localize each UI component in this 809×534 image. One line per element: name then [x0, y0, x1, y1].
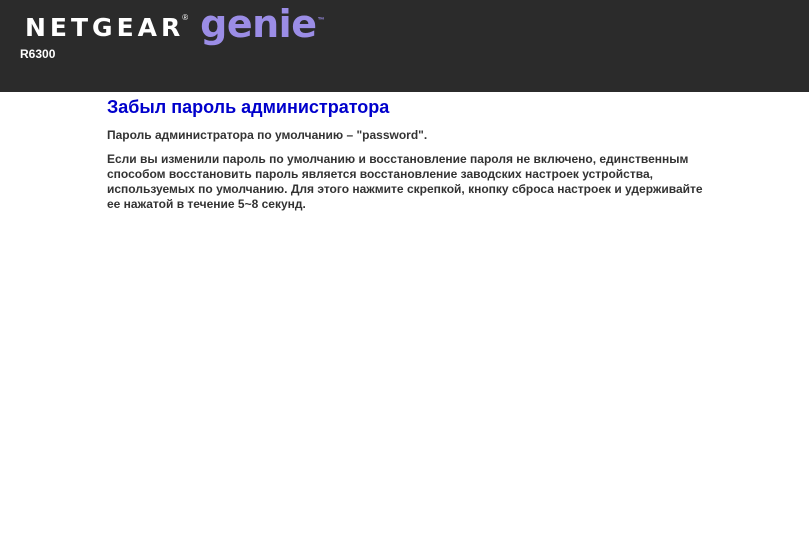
genie-wordmark: genie	[200, 2, 317, 46]
netgear-genie-logo: NETGEAR ® genie ™	[25, 2, 325, 49]
netgear-wordmark: NETGEAR	[25, 12, 185, 42]
registered-mark: ®	[182, 13, 189, 22]
default-password-text: Пароль администратора по умолчанию – "pa…	[107, 128, 428, 142]
trademark-mark: ™	[317, 17, 325, 24]
router-model-label: R6300	[20, 47, 56, 61]
header-bar: NETGEAR ® genie ™ R6300	[0, 0, 809, 92]
main-content: Забыл пароль администратора Пароль админ…	[107, 96, 707, 212]
page-title: Забыл пароль администратора	[107, 97, 390, 117]
reset-instructions-text: Если вы изменили пароль по умолчанию и в…	[107, 152, 703, 211]
